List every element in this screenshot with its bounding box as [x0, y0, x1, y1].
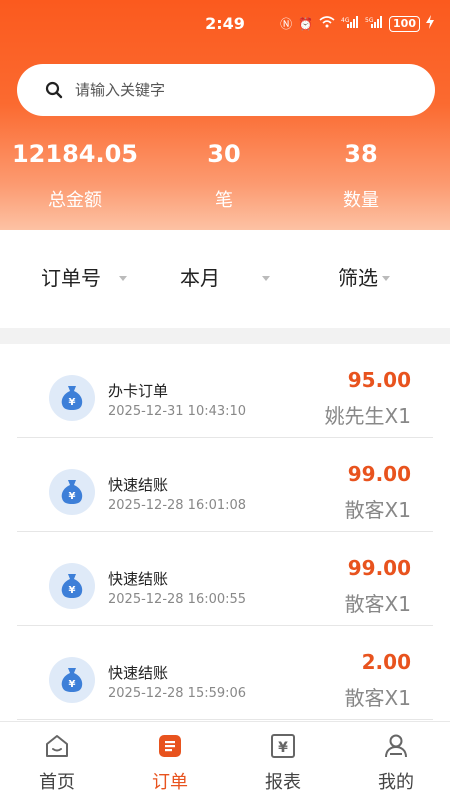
stat-label: 数量 — [343, 190, 379, 211]
wifi-icon — [319, 16, 335, 31]
tab-label: 报表 — [265, 772, 301, 793]
stat-value: 38 — [344, 140, 378, 168]
svg-text:¥: ¥ — [278, 740, 288, 756]
nfc-icon: Ⓝ — [280, 16, 293, 31]
order-row[interactable]: ¥ 快速结账 2025-12-28 16:00:55 99.00 散客X1 — [17, 532, 433, 626]
tab-label: 我的 — [378, 772, 414, 793]
filter-label: 筛选 — [338, 266, 378, 290]
header-background: 2:49 Ⓝ ⏰ 4G 5G 100 12184.05 总金额 — [0, 0, 450, 230]
order-customer: 姚先生X1 — [324, 404, 411, 428]
order-row[interactable]: ¥ 快速结账 2025-12-28 16:01:08 99.00 散客X1 — [17, 438, 433, 532]
order-customer: 散客X1 — [344, 592, 411, 616]
svg-text:¥: ¥ — [69, 679, 76, 690]
filter-label: 本月 — [180, 266, 220, 290]
order-customer: 散客X1 — [344, 686, 411, 710]
money-bag-icon: ¥ — [49, 657, 95, 703]
svg-text:4G: 4G — [341, 17, 350, 24]
stat-label: 总金额 — [48, 190, 102, 211]
svg-text:5G: 5G — [365, 17, 374, 24]
stat-value: 30 — [207, 140, 241, 168]
order-icon — [159, 735, 181, 757]
stat-total-amount: 12184.05 总金额 — [0, 140, 150, 212]
order-amount: 99.00 — [347, 556, 411, 580]
caret-down-icon — [262, 276, 270, 281]
money-bag-icon: ¥ — [49, 563, 95, 609]
tab-home[interactable]: 首页 — [17, 732, 97, 794]
search-icon — [45, 81, 63, 99]
filter-label: 订单号 — [41, 266, 101, 290]
charging-icon — [426, 15, 434, 32]
filter-screen[interactable]: 筛选 — [338, 262, 390, 291]
home-icon — [46, 735, 68, 757]
battery-indicator: 100 — [389, 15, 420, 32]
search-bar[interactable] — [17, 64, 435, 116]
order-title: 快速结账 — [108, 476, 169, 494]
filter-period[interactable]: 本月 — [180, 262, 270, 291]
stat-value: 12184.05 — [11, 140, 138, 168]
bottom-tab-bar: 首页 订单 ¥ 报表 我的 — [0, 721, 450, 801]
order-row[interactable]: ¥ 办卡订单 2025-12-31 10:43:10 95.00 姚先生X1 — [17, 344, 433, 438]
order-amount: 2.00 — [361, 650, 411, 674]
tab-orders[interactable]: 订单 — [130, 732, 210, 794]
order-title: 办卡订单 — [108, 382, 169, 400]
svg-text:¥: ¥ — [69, 491, 76, 502]
filter-order-number[interactable]: 订单号 — [41, 262, 127, 291]
order-title: 快速结账 — [108, 570, 169, 588]
tab-mine[interactable]: 我的 — [356, 732, 436, 794]
tab-label: 首页 — [39, 772, 75, 793]
order-time: 2025-12-28 16:01:08 — [108, 498, 247, 513]
caret-down-icon — [119, 276, 127, 281]
caret-down-icon — [382, 276, 390, 281]
signal-5g-icon: 5G — [365, 16, 383, 31]
order-row[interactable]: ¥ 快速结账 2025-12-28 15:59:06 2.00 散客X1 — [17, 626, 433, 720]
status-bar: 2:49 Ⓝ ⏰ 4G 5G 100 — [0, 0, 450, 50]
user-icon — [385, 734, 407, 758]
stat-quantity: 38 数量 — [286, 140, 436, 212]
order-title: 快速结账 — [108, 664, 169, 682]
tab-report[interactable]: ¥ 报表 — [243, 732, 323, 794]
status-icons: Ⓝ ⏰ 4G 5G 100 — [280, 15, 434, 32]
order-time: 2025-12-31 10:43:10 — [108, 404, 247, 419]
search-input[interactable] — [73, 80, 397, 100]
signal-4g-icon: 4G — [341, 16, 359, 31]
order-amount: 99.00 — [347, 462, 411, 486]
money-bag-icon: ¥ — [49, 375, 95, 421]
svg-text:¥: ¥ — [69, 585, 76, 596]
filter-bar: 订单号 本月 筛选 — [0, 230, 450, 328]
order-customer: 散客X1 — [344, 498, 411, 522]
order-amount: 95.00 — [347, 368, 411, 392]
order-time: 2025-12-28 16:00:55 — [108, 592, 247, 607]
order-time: 2025-12-28 15:59:06 — [108, 686, 247, 701]
svg-text:¥: ¥ — [69, 397, 76, 408]
report-icon: ¥ — [271, 734, 295, 758]
alarm-icon: ⏰ — [298, 16, 314, 31]
stat-label: 笔 — [215, 190, 233, 211]
stat-count: 30 笔 — [149, 140, 299, 212]
section-divider — [0, 328, 450, 344]
tab-label: 订单 — [152, 772, 188, 793]
money-bag-icon: ¥ — [49, 469, 95, 515]
order-list: ¥ 办卡订单 2025-12-31 10:43:10 95.00 姚先生X1 ¥… — [0, 344, 450, 720]
